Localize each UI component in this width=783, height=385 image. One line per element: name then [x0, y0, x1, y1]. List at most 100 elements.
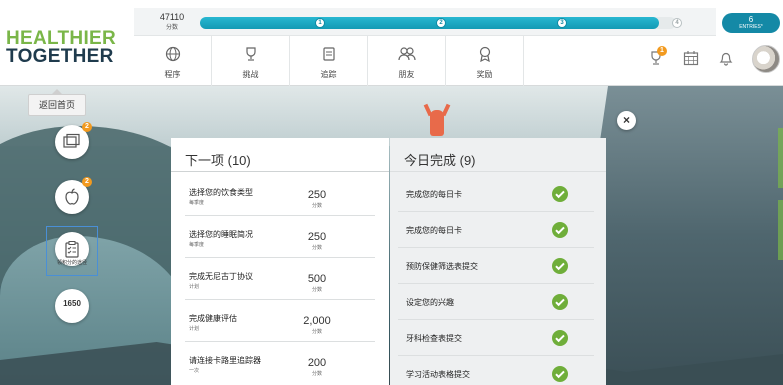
cards-badge: 2 [82, 122, 92, 132]
next-item[interactable]: 选择您的饮食类型 每季度 250 分数 [185, 175, 375, 216]
header-trophy-button[interactable]: 1 [648, 46, 667, 71]
check-icon [552, 294, 568, 310]
trophy-icon [245, 47, 256, 61]
milestone-4: 4 [672, 18, 682, 28]
next-item-points-label: 分数 [311, 329, 322, 335]
entries-badge[interactable]: 6 ENTRIES* [722, 13, 780, 33]
next-item-title: 请连接卡路里追踪器 [189, 356, 261, 365]
globe-icon [165, 46, 180, 62]
cards-icon [63, 133, 80, 148]
hiker-figure [430, 110, 444, 136]
next-items-panel: 下一项 (10) 选择您的饮食类型 每季度 250 分数 选择您的睡眠简况 每季… [171, 138, 389, 385]
next-item-frequency: 计划 [189, 284, 200, 290]
calendar-button[interactable] [683, 50, 699, 71]
next-item[interactable]: 请连接卡路里追踪器 一次 200 分数 [185, 343, 375, 384]
progress-bar: 1 2 3 4 [200, 17, 682, 29]
nav-challenges[interactable]: 挑战 [212, 36, 290, 86]
earn-points-button[interactable]: 领积分的途径 [55, 232, 89, 266]
next-item-points-label: 分数 [311, 203, 322, 209]
done-panel-title: 今日完成 (9) [390, 138, 606, 172]
user-avatar[interactable] [752, 45, 780, 73]
next-item-title: 选择您的睡眠简况 [189, 230, 253, 239]
nav-label: 奖励 [476, 70, 493, 79]
clipboard-icon [65, 241, 79, 258]
completed-item[interactable]: 学习活动表格提交 [398, 357, 594, 385]
points-button[interactable]: 1650 [55, 289, 89, 323]
next-panel-title: 下一项 (10) [171, 138, 389, 172]
completed-item[interactable]: 完成您的每日卡 [398, 213, 594, 248]
milestone-1: 1 [315, 18, 325, 28]
next-item-frequency: 一次 [189, 368, 200, 374]
nutrition-badge: 2 [82, 177, 92, 187]
progress-bar-fill [200, 17, 659, 29]
milestone-3: 3 [557, 18, 567, 28]
next-item-points-label: 分数 [311, 287, 322, 293]
milestone-2: 2 [436, 18, 446, 28]
tracker-icon [322, 47, 335, 61]
next-item[interactable]: 选择您的睡眠简况 每季度 250 分数 [185, 217, 375, 258]
nav-label: 程序 [164, 70, 181, 79]
calendar-icon [683, 51, 699, 66]
completed-item[interactable]: 牙科检查表提交 [398, 321, 594, 356]
notifications-button[interactable] [718, 50, 734, 71]
nav-label: 朋友 [398, 70, 415, 79]
points-value: 47110 [159, 12, 185, 22]
back-home-link[interactable]: 返回首页 [28, 89, 86, 116]
points-summary: 47110 分数 [150, 12, 194, 31]
nav-program[interactable]: 程序 [134, 36, 212, 86]
check-icon [552, 366, 568, 382]
trophy-badge: 1 [657, 46, 667, 56]
completed-item-title: 牙科检查表提交 [406, 334, 462, 343]
top-header: HEALTHIER TOGETHER 47110 分数 1 2 3 4 6 EN… [0, 0, 783, 86]
completed-item-title: 完成您的每日卡 [406, 226, 462, 235]
next-item[interactable]: 完成无尼古丁协议 计划 500 分数 [185, 259, 375, 300]
nav-label: 挑战 [242, 70, 259, 79]
check-icon [552, 186, 568, 202]
next-item-title: 完成无尼古丁协议 [189, 272, 253, 281]
close-button[interactable]: × [617, 111, 636, 130]
reward-icon [479, 46, 490, 63]
nav-label: 追踪 [320, 70, 337, 79]
next-item-points: 250 [307, 189, 327, 201]
completed-item[interactable]: 设定您的兴趣 [398, 285, 594, 320]
nutrition-button[interactable]: 2 [55, 177, 92, 214]
next-item-title: 完成健康评估 [189, 314, 237, 323]
entries-count: 6 [748, 15, 754, 24]
side-tab [778, 200, 783, 260]
next-item-points-label: 分数 [311, 245, 322, 251]
nav-friends[interactable]: 朋友 [368, 36, 446, 86]
nav-rewards[interactable]: 奖励 [446, 36, 524, 86]
friends-icon [397, 47, 416, 61]
next-item-frequency: 每季度 [189, 200, 205, 206]
completed-item-title: 学习活动表格提交 [406, 370, 470, 379]
next-item-points: 250 [307, 231, 327, 243]
cards-button[interactable]: 2 [55, 122, 92, 159]
entries-label: ENTRIES* [739, 24, 763, 30]
next-item-points: 2,000 [303, 315, 331, 327]
apple-icon [65, 188, 79, 205]
brand-logo[interactable]: HEALTHIER TOGETHER [6, 29, 116, 67]
next-item-points: 500 [307, 273, 327, 285]
completed-item-title: 完成您的每日卡 [406, 190, 462, 199]
points-total: 1650 [63, 299, 81, 308]
completed-item-title: 设定您的兴趣 [406, 298, 454, 307]
earn-points-label: 领积分的途径 [56, 260, 87, 266]
check-icon [552, 258, 568, 274]
brand-line-2: TOGETHER [6, 46, 114, 67]
points-label: 分数 [165, 25, 178, 31]
next-item-frequency: 计划 [189, 326, 200, 332]
check-icon [552, 330, 568, 346]
completed-item-title: 预防保健筛选表提交 [406, 262, 478, 271]
bell-icon [719, 52, 733, 66]
nav-tracking[interactable]: 追踪 [290, 36, 368, 86]
next-item-points: 200 [307, 357, 327, 369]
next-item-points-label: 分数 [311, 371, 322, 377]
completed-today-panel: 今日完成 (9) 完成您的每日卡 完成您的每日卡 预防保健筛选表提交 设定您的兴… [390, 138, 606, 385]
side-tab [778, 128, 783, 188]
next-item-frequency: 每季度 [189, 242, 205, 248]
next-item-title: 选择您的饮食类型 [189, 188, 253, 197]
check-icon [552, 222, 568, 238]
completed-item[interactable]: 预防保健筛选表提交 [398, 249, 594, 284]
completed-item[interactable]: 完成您的每日卡 [398, 177, 594, 212]
next-item[interactable]: 完成健康评估 计划 2,000 分数 [185, 301, 375, 342]
